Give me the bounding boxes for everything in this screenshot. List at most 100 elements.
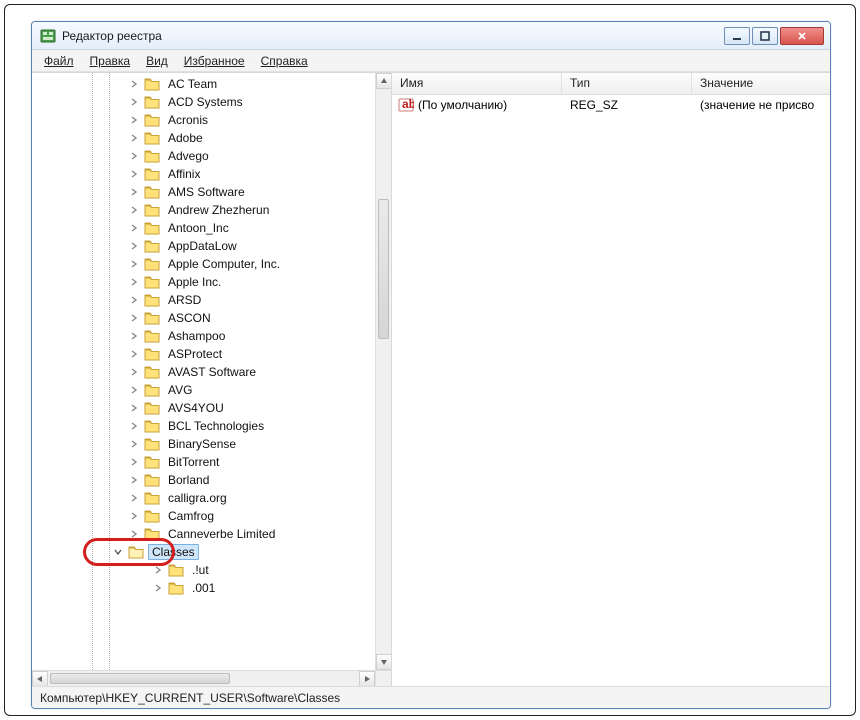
tree-node[interactable]: AVAST Software xyxy=(88,363,375,381)
expand-icon[interactable] xyxy=(128,258,140,270)
menu-favorites[interactable]: Избранное xyxy=(176,52,253,70)
expand-icon[interactable] xyxy=(128,456,140,468)
tree-horizontal-scrollbar[interactable] xyxy=(32,670,375,686)
column-value[interactable]: Значение xyxy=(692,73,830,94)
tree-node[interactable]: ACD Systems xyxy=(88,93,375,111)
expand-icon[interactable] xyxy=(128,240,140,252)
folder-icon xyxy=(144,491,160,505)
tree-node[interactable]: ASProtect xyxy=(88,345,375,363)
maximize-button[interactable] xyxy=(752,27,778,45)
expand-icon[interactable] xyxy=(128,168,140,180)
tree-node-label: Affinix xyxy=(164,166,204,182)
tree-node[interactable]: Adobe xyxy=(88,129,375,147)
tree-node[interactable]: .001 xyxy=(88,579,375,597)
value-data: (значение не присво xyxy=(692,98,830,112)
collapse-icon[interactable] xyxy=(112,546,124,558)
tree-node[interactable]: Apple Inc. xyxy=(88,273,375,291)
menu-help[interactable]: Справка xyxy=(253,52,316,70)
folder-icon xyxy=(144,167,160,181)
folder-icon xyxy=(144,293,160,307)
tree-node-label: Canneverbe Limited xyxy=(164,526,279,542)
values-pane: Имя Тип Значение ab (По умолчанию) REG_S… xyxy=(392,73,830,686)
minimize-button[interactable] xyxy=(724,27,750,45)
tree-node[interactable]: Acronis xyxy=(88,111,375,129)
scroll-right-button[interactable] xyxy=(359,671,375,686)
tree-node[interactable]: Antoon_Inc xyxy=(88,219,375,237)
tree-node[interactable]: ARSD xyxy=(88,291,375,309)
scroll-down-button[interactable] xyxy=(376,654,391,670)
tree-node[interactable]: AppDataLow xyxy=(88,237,375,255)
expand-icon[interactable] xyxy=(128,132,140,144)
tree-node-label: calligra.org xyxy=(164,490,231,506)
scroll-thumb[interactable] xyxy=(50,673,230,684)
expand-icon[interactable] xyxy=(128,186,140,198)
folder-icon xyxy=(144,185,160,199)
expand-icon[interactable] xyxy=(128,78,140,90)
expand-icon[interactable] xyxy=(128,96,140,108)
tree-node[interactable]: BCL Technologies xyxy=(88,417,375,435)
tree-node[interactable]: Ashampoo xyxy=(88,327,375,345)
tree-node[interactable]: .!ut xyxy=(88,561,375,579)
folder-icon xyxy=(144,383,160,397)
expand-icon[interactable] xyxy=(128,366,140,378)
folder-icon xyxy=(144,203,160,217)
tree-node[interactable]: AC Team xyxy=(88,75,375,93)
titlebar[interactable]: Редактор реестра xyxy=(32,22,830,50)
tree-node[interactable]: Borland xyxy=(88,471,375,489)
column-type[interactable]: Тип xyxy=(562,73,692,94)
column-name[interactable]: Имя xyxy=(392,73,562,94)
expand-icon[interactable] xyxy=(128,276,140,288)
tree-vertical-scrollbar[interactable] xyxy=(375,73,391,670)
tree-node[interactable]: ASCON xyxy=(88,309,375,327)
expand-icon[interactable] xyxy=(128,402,140,414)
folder-icon xyxy=(144,239,160,253)
expand-icon[interactable] xyxy=(128,384,140,396)
expand-icon[interactable] xyxy=(128,348,140,360)
tree-node[interactable]: Andrew Zhezherun xyxy=(88,201,375,219)
tree-node-label: AppDataLow xyxy=(164,238,241,254)
scroll-track[interactable] xyxy=(48,671,359,686)
values-header[interactable]: Имя Тип Значение xyxy=(392,73,830,95)
expand-icon[interactable] xyxy=(128,330,140,342)
expand-icon[interactable] xyxy=(128,222,140,234)
menu-view[interactable]: Вид xyxy=(138,52,176,70)
tree-node[interactable]: BitTorrent xyxy=(88,453,375,471)
expand-icon[interactable] xyxy=(128,150,140,162)
close-button[interactable] xyxy=(780,27,824,45)
tree-node[interactable]: BinarySense xyxy=(88,435,375,453)
tree-node-label: BitTorrent xyxy=(164,454,223,470)
tree-node-selected[interactable]: Classes xyxy=(88,543,375,561)
tree-node[interactable]: Canneverbe Limited xyxy=(88,525,375,543)
tree-node[interactable]: Affinix xyxy=(88,165,375,183)
scroll-left-button[interactable] xyxy=(32,671,48,686)
scroll-thumb[interactable] xyxy=(378,199,389,339)
values-list[interactable]: ab (По умолчанию) REG_SZ (значение не пр… xyxy=(392,95,830,686)
expand-icon[interactable] xyxy=(128,510,140,522)
menu-file[interactable]: Файл xyxy=(36,52,82,70)
scroll-track[interactable] xyxy=(376,89,391,654)
expand-icon[interactable] xyxy=(128,114,140,126)
tree-node[interactable]: Apple Computer, Inc. xyxy=(88,255,375,273)
expand-icon[interactable] xyxy=(128,474,140,486)
expand-icon[interactable] xyxy=(128,438,140,450)
menu-edit[interactable]: Правка xyxy=(82,52,139,70)
expand-icon[interactable] xyxy=(128,312,140,324)
expand-icon[interactable] xyxy=(128,294,140,306)
tree-node[interactable]: calligra.org xyxy=(88,489,375,507)
folder-icon xyxy=(144,311,160,325)
expand-icon[interactable] xyxy=(152,582,164,594)
tree-node[interactable]: Camfrog xyxy=(88,507,375,525)
expand-icon[interactable] xyxy=(128,204,140,216)
tree-node[interactable]: Advego xyxy=(88,147,375,165)
value-row[interactable]: ab (По умолчанию) REG_SZ (значение не пр… xyxy=(392,95,830,115)
expand-icon[interactable] xyxy=(128,528,140,540)
tree-node[interactable]: AVG xyxy=(88,381,375,399)
registry-tree[interactable]: AC TeamACD SystemsAcronisAdobeAdvegoAffi… xyxy=(32,73,375,670)
expand-icon[interactable] xyxy=(128,420,140,432)
tree-node[interactable]: AVS4YOU xyxy=(88,399,375,417)
tree-node[interactable]: AMS Software xyxy=(88,183,375,201)
scroll-up-button[interactable] xyxy=(376,73,391,89)
expand-icon[interactable] xyxy=(152,564,164,576)
folder-icon xyxy=(168,563,184,577)
expand-icon[interactable] xyxy=(128,492,140,504)
